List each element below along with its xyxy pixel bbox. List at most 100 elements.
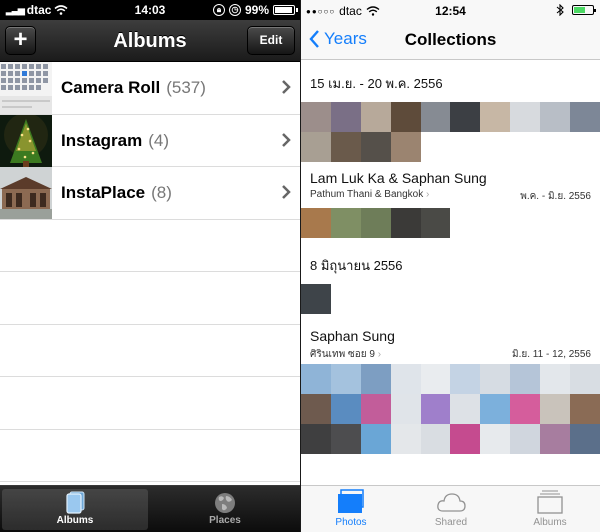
photo-thumbnail	[480, 364, 511, 394]
status-bar: ●●○○○ dtac 12:54	[301, 0, 600, 20]
photo-thumbnail	[390, 424, 421, 454]
photo-thumbnail	[420, 424, 451, 454]
empty-row	[0, 377, 300, 430]
tab-albums[interactable]: Albums	[510, 489, 590, 528]
photo-thumbnail	[301, 424, 331, 454]
rotation-lock-icon: 🔒︎	[212, 4, 225, 16]
photo-thumbnail	[360, 394, 391, 424]
collection-title: Lam Luk Ka & Saphan Sung	[310, 170, 487, 186]
album-row-camera-roll[interactable]: Camera Roll (537)	[0, 62, 300, 115]
album-count: (537)	[166, 78, 206, 97]
photo-thumbnail	[390, 364, 421, 394]
photo-thumbnail	[390, 208, 421, 238]
photo-grid[interactable]	[301, 102, 600, 162]
photo-thumbnail	[330, 102, 361, 132]
collection-header[interactable]: Saphan Sung ศิรินเทพ ซอย 9 › มิ.ย. 11 - …	[301, 320, 600, 364]
tab-places[interactable]: Places	[152, 489, 298, 530]
photo-thumbnail	[570, 364, 600, 394]
photo-thumbnail	[510, 364, 541, 394]
photo-grid[interactable]	[301, 208, 600, 238]
instaplace-thumbnail	[0, 167, 52, 219]
tab-photos[interactable]: Photos	[311, 489, 391, 528]
photo-thumbnail	[420, 364, 451, 394]
tab-label: Places	[209, 515, 241, 526]
photo-thumbnail	[570, 394, 600, 424]
collection-header[interactable]: 15 เม.ย. - 20 พ.ค. 2556	[301, 60, 600, 102]
photo-thumbnail	[301, 364, 331, 394]
photos-icon	[338, 489, 364, 513]
photo-thumbnail	[540, 424, 571, 454]
collection-header[interactable]: Lam Luk Ka & Saphan Sung Pathum Thani & …	[301, 162, 600, 202]
tab-label: Albums	[533, 517, 567, 528]
collection-header[interactable]: 8 มิถุนายน 2556	[301, 238, 600, 284]
photo-thumbnail	[360, 424, 391, 454]
album-name: Instagram (4)	[61, 130, 170, 150]
tab-shared[interactable]: Shared	[411, 489, 491, 528]
photo-thumbnail	[390, 394, 421, 424]
photo-thumbnail	[360, 364, 391, 394]
photo-thumbnail	[570, 424, 600, 454]
album-count: (4)	[148, 130, 170, 150]
globe-icon	[215, 493, 235, 513]
album-row-instagram[interactable]: Instagram (4)	[0, 114, 300, 167]
photo-thumbnail	[540, 364, 571, 394]
albums-icon	[537, 490, 563, 514]
collection-date-range: มิ.ย. 11 - 12, 2556	[512, 349, 591, 360]
empty-row	[0, 272, 300, 325]
photo-thumbnail	[330, 394, 361, 424]
chevron-right-icon	[282, 132, 291, 147]
photo-thumbnail	[510, 102, 541, 132]
photo-thumbnail	[390, 102, 421, 132]
camera-roll-thumbnail	[0, 62, 52, 114]
photo-thumbnail	[450, 364, 481, 394]
ios7-photos-screen: ●●○○○ dtac 12:54 Years Collections 15 เม…	[301, 0, 600, 532]
navigation-bar: Years Collections	[301, 20, 600, 60]
photo-thumbnail	[301, 132, 331, 162]
photo-thumbnail	[301, 102, 331, 132]
status-bar: ▂▃▅ dtac 14:03 🔒︎ ◷ 99%	[0, 0, 300, 20]
tab-bar: Albums Places	[0, 485, 300, 532]
photo-thumbnail	[330, 208, 361, 238]
photo-thumbnail	[330, 364, 361, 394]
collection-date-range: พ.ค. - มิ.ย. 2556	[520, 191, 591, 202]
instagram-thumbnail	[0, 114, 52, 167]
album-name: Camera Roll (537)	[61, 78, 206, 97]
collection-title: Saphan Sung	[310, 328, 395, 344]
battery-icon	[572, 5, 596, 15]
photo-thumbnail	[360, 102, 391, 132]
photo-thumbnail	[330, 132, 361, 162]
photo-thumbnail	[390, 132, 421, 162]
photo-grid[interactable]	[301, 364, 600, 454]
photo-thumbnail	[540, 102, 571, 132]
empty-row	[0, 219, 300, 272]
album-list: Camera Roll (537) Instagram (4) InstaPla…	[0, 62, 300, 482]
photo-thumbnail	[570, 102, 600, 132]
chevron-right-icon	[282, 185, 291, 199]
photo-grid[interactable]	[301, 284, 600, 314]
empty-row	[0, 324, 300, 377]
chevron-right-icon	[282, 80, 291, 94]
collection-subtitle: Pathum Thani & Bangkok ›	[310, 189, 430, 200]
tab-albums[interactable]: Albums	[2, 489, 148, 530]
tab-label: Shared	[434, 517, 468, 528]
battery-icon	[273, 5, 298, 15]
bluetooth-icon	[556, 4, 564, 16]
chevron-right-icon: ›	[377, 349, 382, 360]
tab-label: Photos	[335, 517, 367, 528]
navigation-bar: + Albums Edit	[0, 20, 300, 62]
album-count: (8)	[151, 183, 172, 202]
collection-date: 15 เม.ย. - 20 พ.ค. 2556	[310, 76, 443, 91]
photo-thumbnail	[330, 424, 361, 454]
photo-thumbnail	[360, 132, 391, 162]
photo-thumbnail	[450, 394, 481, 424]
photo-thumbnail	[480, 102, 511, 132]
photo-thumbnail	[510, 394, 541, 424]
album-row-instaplace[interactable]: InstaPlace (8)	[0, 167, 300, 220]
photo-thumbnail	[301, 394, 331, 424]
battery-percent: 99%	[244, 3, 269, 17]
photo-thumbnail	[510, 424, 541, 454]
edit-button[interactable]: Edit	[247, 26, 295, 55]
photo-thumbnail	[420, 102, 451, 132]
alarm-icon: ◷	[228, 4, 241, 16]
photo-thumbnail	[450, 424, 481, 454]
